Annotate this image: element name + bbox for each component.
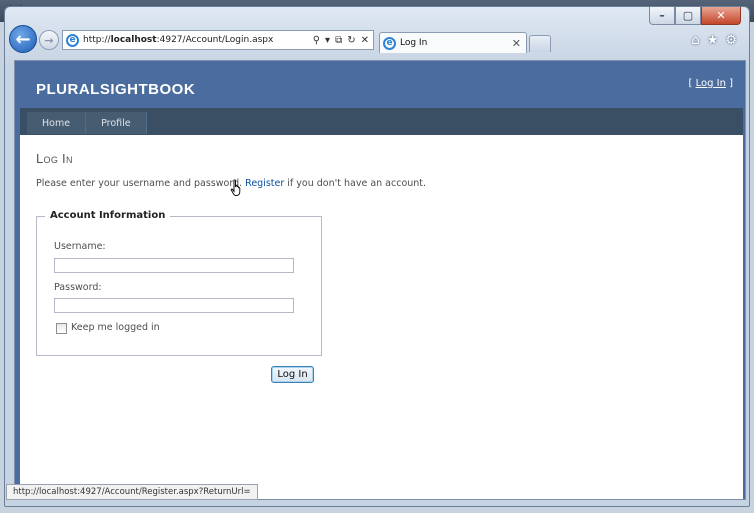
username-label: Username:	[54, 241, 106, 252]
password-label: Password:	[54, 282, 102, 293]
page: PLURALSIGHTBOOK [ Log In ] Home Profile …	[20, 67, 743, 499]
page-viewport: PLURALSIGHTBOOK [ Log In ] Home Profile …	[14, 60, 746, 500]
maximize-button[interactable]: ▢	[675, 7, 701, 25]
register-link[interactable]: Register	[245, 178, 284, 189]
header-login-link[interactable]: Log In	[696, 78, 726, 89]
ie-page-icon: e	[66, 33, 79, 47]
back-arrow-icon: ←	[15, 28, 31, 50]
forward-arrow-icon: →	[44, 33, 54, 47]
password-input[interactable]	[54, 298, 294, 313]
remember-me-label: Keep me logged in	[71, 322, 160, 333]
address-url[interactable]: http://localhost:4927/Account/Login.aspx	[83, 35, 313, 45]
dropdown-icon[interactable]: ▾	[325, 35, 330, 46]
status-bar: http://localhost:4927/Account/Register.a…	[6, 484, 258, 500]
menu-item-profile[interactable]: Profile	[86, 112, 147, 134]
tab-ie-icon: e	[383, 36, 396, 50]
new-tab-button[interactable]	[529, 35, 551, 52]
compatibility-icon[interactable]: ⧉	[335, 35, 342, 46]
hand-cursor-icon	[230, 179, 241, 197]
username-input[interactable]	[54, 258, 294, 273]
window-caption-buttons: – ▢ ✕	[649, 7, 741, 25]
page-title: Log In	[36, 151, 73, 166]
nav-menu: Home Profile	[20, 108, 743, 135]
settings-gear-icon[interactable]: ⚙	[725, 33, 737, 48]
refresh-icon[interactable]: ↻	[347, 35, 355, 46]
remember-me-checkbox[interactable]	[56, 323, 67, 334]
fieldset-legend: Account Information	[45, 210, 171, 221]
account-info-fieldset: Account Information Username: Password: …	[36, 210, 322, 356]
login-display: [ Log In ]	[688, 78, 733, 89]
minimize-button[interactable]: –	[649, 7, 675, 25]
site-title: PLURALSIGHTBOOK	[36, 81, 196, 98]
main-content: Log In Please enter your username and pa…	[20, 135, 743, 189]
login-submit-button[interactable]: Log In	[271, 366, 314, 383]
stop-icon[interactable]: ✕	[361, 35, 369, 46]
favorites-star-icon[interactable]: ★	[707, 33, 719, 48]
tab-close-icon[interactable]: ✕	[512, 37, 526, 50]
close-window-button[interactable]: ✕	[701, 7, 741, 25]
back-button[interactable]: ←	[9, 25, 37, 53]
intro-text: Please enter your username and password.…	[36, 178, 427, 189]
home-icon[interactable]: ⌂	[691, 33, 699, 48]
search-icon[interactable]: ⚲	[313, 35, 320, 46]
forward-button[interactable]: →	[39, 30, 59, 50]
browser-tools: ⌂ ★ ⚙	[691, 33, 737, 48]
tab-log-in[interactable]: e Log In ✕	[379, 32, 527, 53]
menu-item-home[interactable]: Home	[27, 112, 87, 134]
tab-label: Log In	[400, 38, 428, 48]
site-header: PLURALSIGHTBOOK [ Log In ]	[20, 67, 743, 108]
address-bar[interactable]: e http://localhost:4927/Account/Login.as…	[62, 30, 374, 50]
address-tools: ⚲ ▾ ⧉ ↻ ✕	[313, 35, 373, 46]
